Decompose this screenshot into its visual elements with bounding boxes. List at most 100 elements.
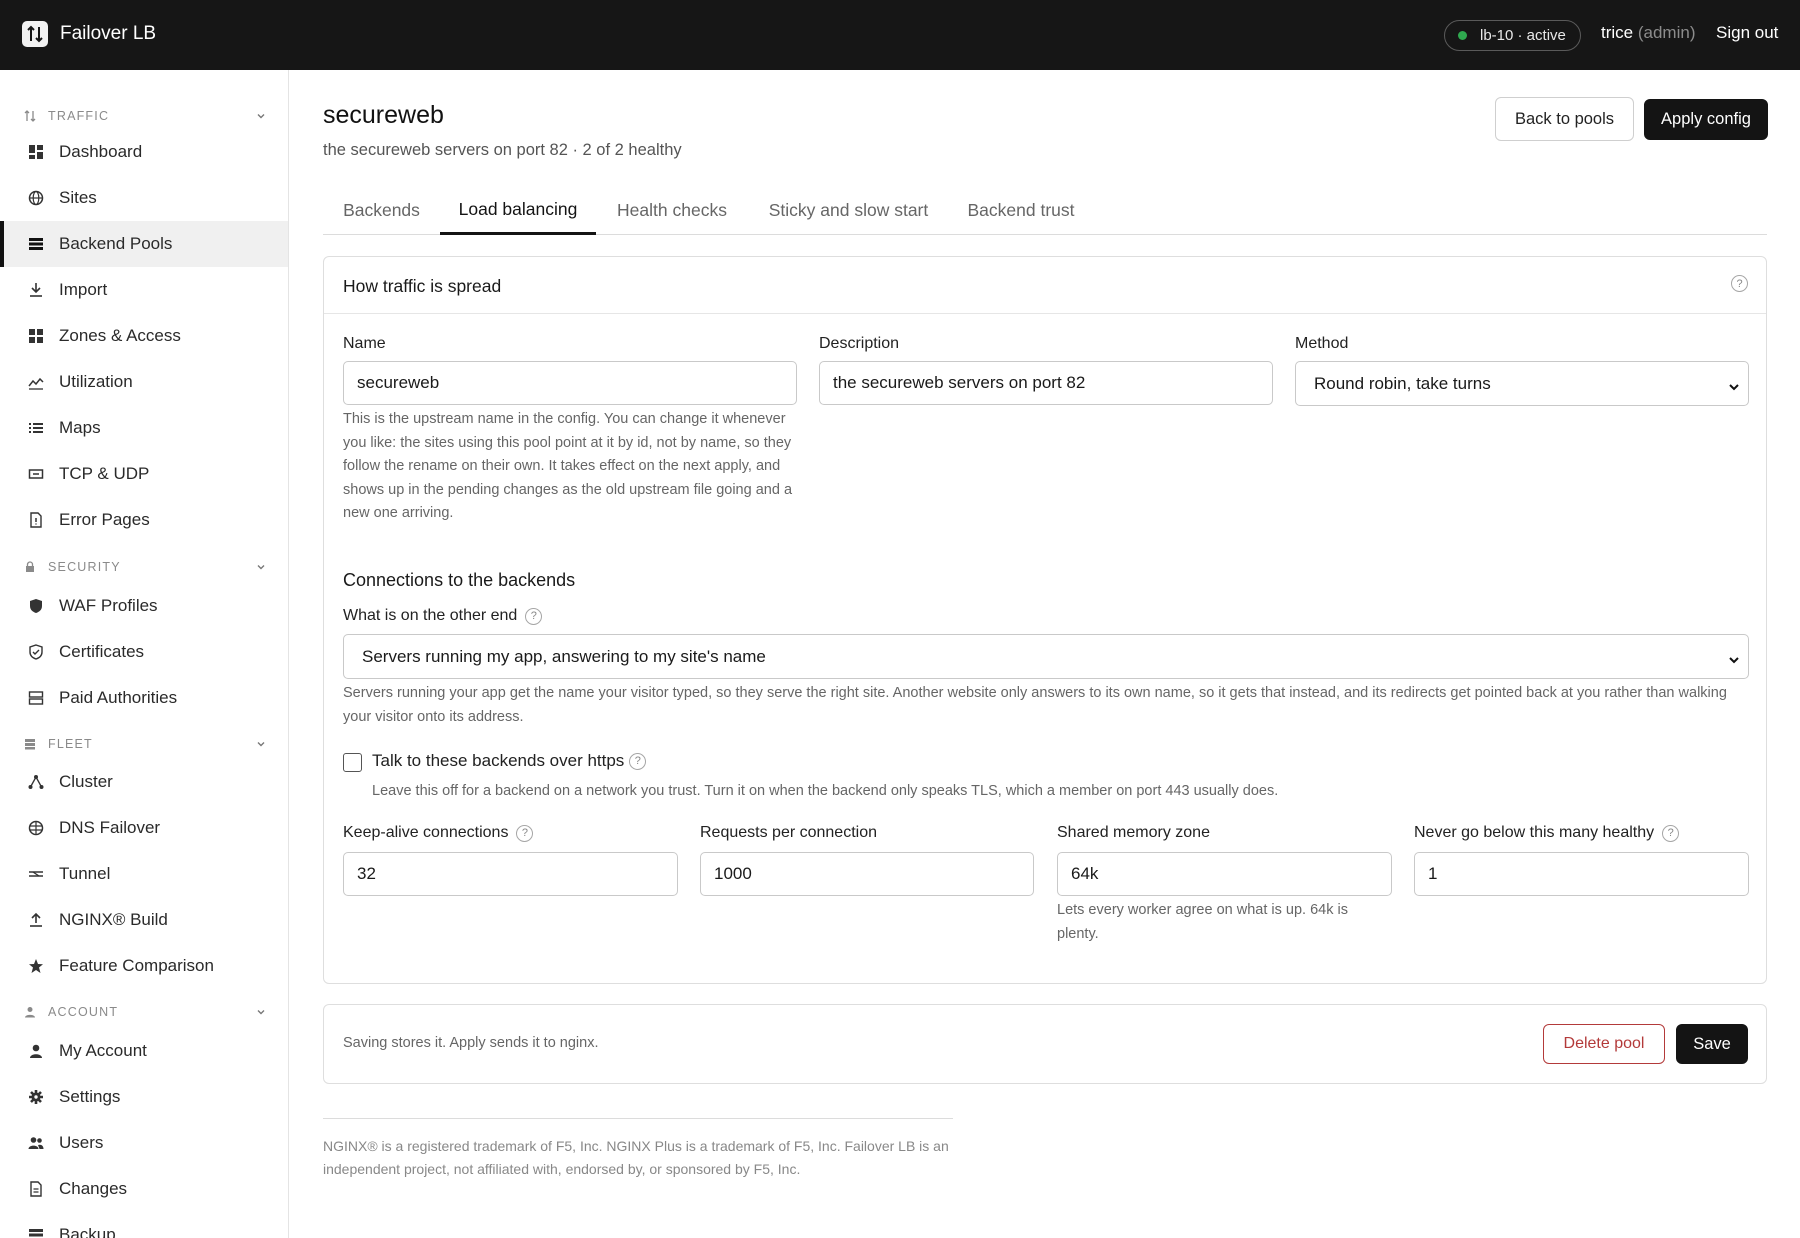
- tab-load-balancing[interactable]: Load balancing: [440, 186, 596, 235]
- method-label: Method: [1295, 335, 1349, 352]
- sidebar-item-tcp-udp[interactable]: TCP & UDP: [0, 451, 288, 497]
- user-name: trice: [1601, 23, 1634, 42]
- sidebar-item-cluster[interactable]: Cluster: [0, 759, 288, 805]
- save-button[interactable]: Save: [1676, 1024, 1748, 1064]
- card-header: How traffic is spread ?: [324, 257, 1766, 314]
- sidebar-item-label: Changes: [59, 1179, 128, 1198]
- save-bar: Saving stores it. Apply sends it to ngin…: [323, 1004, 1767, 1084]
- https-checkbox[interactable]: [343, 753, 362, 772]
- sidebar-item-label: Sites: [59, 188, 97, 207]
- dns-globe-icon: [27, 819, 45, 837]
- brand[interactable]: Failover LB: [22, 21, 156, 47]
- tab-sticky-slow-start[interactable]: Sticky and slow start: [748, 186, 949, 235]
- traffic-logo-icon: [22, 21, 48, 47]
- sidebar-item-label: Users: [59, 1133, 104, 1152]
- help-icon[interactable]: ?: [516, 824, 534, 842]
- sidebar-item-label: Maps: [59, 418, 101, 437]
- current-user: trice (admin): [1601, 23, 1695, 43]
- sidebar-section-fleet[interactable]: FLEET: [24, 734, 266, 754]
- name-hint: This is the upstream name in the config.…: [343, 411, 793, 521]
- help-icon[interactable]: ?: [1731, 275, 1748, 292]
- keepalive-label-text: Keep-alive connections: [343, 824, 509, 841]
- other-end-select[interactable]: Servers running my app, answering to my …: [343, 634, 1749, 679]
- chevron-down-icon[interactable]: [256, 738, 266, 752]
- status-dot-icon: [1458, 31, 1467, 40]
- sidebar-item-feature-comparison[interactable]: Feature Comparison: [0, 943, 288, 989]
- sidebar-item-my-account[interactable]: My Account: [0, 1028, 288, 1074]
- sidebar-item-zones-access[interactable]: Zones & Access: [0, 313, 288, 359]
- shield-icon: [27, 597, 45, 615]
- sidebar-item-label: WAF Profiles: [59, 596, 158, 615]
- sidebar-item-dns-failover[interactable]: DNS Failover: [0, 805, 288, 851]
- tab-backend-trust[interactable]: Backend trust: [949, 186, 1093, 235]
- sidebar-item-backend-pools[interactable]: Backend Pools: [0, 221, 288, 267]
- sidebar-section-security[interactable]: SECURITY: [24, 557, 266, 577]
- min-healthy-field[interactable]: 1: [1414, 852, 1749, 896]
- other-end-label: What is on the other end ?: [343, 607, 543, 625]
- sidebar-item-sites[interactable]: Sites: [0, 175, 288, 221]
- sidebar-section-title: FLEET: [48, 737, 93, 751]
- sidebar-section-title: SECURITY: [48, 560, 121, 574]
- sidebar-item-backup[interactable]: Backup: [0, 1212, 288, 1238]
- error-file-icon: [27, 511, 45, 529]
- sidebar-item-tunnel[interactable]: Tunnel: [0, 851, 288, 897]
- keepalive-field[interactable]: 32: [343, 852, 678, 896]
- star-icon: [27, 957, 45, 975]
- tab-bar: Backends Load balancing Health checks St…: [323, 186, 1767, 235]
- sidebar-item-paid-authorities[interactable]: Paid Authorities: [0, 675, 288, 721]
- help-icon[interactable]: ?: [629, 752, 647, 770]
- other-end-hint: Servers running your app get the name yo…: [343, 685, 1727, 725]
- sidebar-item-changes[interactable]: Changes: [0, 1166, 288, 1212]
- tab-backends[interactable]: Backends: [323, 186, 440, 235]
- keepalive-label: Keep-alive connections ?: [343, 824, 534, 842]
- page-title: secureweb: [323, 101, 444, 129]
- sidebar-item-dashboard[interactable]: Dashboard: [0, 129, 288, 175]
- load-balancing-card: How traffic is spread ? Name secureweb T…: [323, 256, 1767, 984]
- person-icon: [27, 1042, 45, 1060]
- sidebar-item-maps[interactable]: Maps: [0, 405, 288, 451]
- requests-field[interactable]: 1000: [700, 852, 1034, 896]
- other-end-selected-value: Servers running my app, answering to my …: [362, 646, 766, 666]
- name-field[interactable]: secureweb: [343, 361, 797, 405]
- help-icon[interactable]: ?: [1662, 824, 1680, 842]
- sidebar-item-settings[interactable]: Settings: [0, 1074, 288, 1120]
- grid-icon: [27, 327, 45, 345]
- https-label[interactable]: Talk to these backends over https ?: [372, 751, 647, 771]
- sidebar-item-label: Backend Pools: [59, 234, 173, 253]
- chevron-down-icon[interactable]: [256, 1006, 266, 1020]
- lock-icon: [24, 561, 36, 573]
- sidebar-item-label: My Account: [59, 1041, 147, 1060]
- node-status-badge[interactable]: lb-10 · active: [1444, 20, 1581, 51]
- sidebar-section-traffic[interactable]: TRAFFIC: [24, 106, 266, 126]
- save-note: Saving stores it. Apply sends it to ngin…: [343, 1035, 599, 1051]
- min-healthy-label-text: Never go below this many healthy: [1414, 824, 1655, 841]
- sidebar-item-label: Zones & Access: [59, 326, 181, 345]
- apply-config-button[interactable]: Apply config: [1644, 99, 1768, 140]
- zone-field[interactable]: 64k: [1057, 852, 1392, 896]
- description-label: Description: [819, 335, 900, 352]
- sidebar-item-nginx-build[interactable]: NGINX® Build: [0, 897, 288, 943]
- sidebar-item-label: TCP & UDP: [59, 464, 150, 483]
- back-to-pools-button[interactable]: Back to pools: [1495, 97, 1634, 141]
- method-select[interactable]: Round robin, take turns: [1295, 361, 1749, 406]
- sidebar-item-certificates[interactable]: Certificates: [0, 629, 288, 675]
- sidebar-item-error-pages[interactable]: Error Pages: [0, 497, 288, 543]
- sidebar-item-waf-profiles[interactable]: WAF Profiles: [0, 583, 288, 629]
- sidebar-section-title: ACCOUNT: [48, 1005, 119, 1019]
- top-bar: Failover LB lb-10 · active trice (admin)…: [0, 0, 1800, 70]
- help-icon[interactable]: ?: [525, 607, 543, 625]
- sidebar-item-users[interactable]: Users: [0, 1120, 288, 1166]
- tab-health-checks[interactable]: Health checks: [596, 186, 748, 235]
- traffic-icon: [24, 110, 36, 122]
- chevron-down-icon[interactable]: [256, 561, 266, 575]
- description-field[interactable]: the secureweb servers on port 82: [819, 361, 1273, 405]
- shield-check-icon: [27, 643, 45, 661]
- https-label-text: Talk to these backends over https: [372, 751, 625, 770]
- sidebar-item-import[interactable]: Import: [0, 267, 288, 313]
- sidebar-section-account[interactable]: ACCOUNT: [24, 1002, 266, 1022]
- sign-out-link[interactable]: Sign out: [1716, 23, 1778, 43]
- sidebar-item-utilization[interactable]: Utilization: [0, 359, 288, 405]
- chevron-down-icon[interactable]: [256, 110, 266, 124]
- delete-pool-button[interactable]: Delete pool: [1543, 1024, 1665, 1064]
- users-icon: [27, 1134, 45, 1152]
